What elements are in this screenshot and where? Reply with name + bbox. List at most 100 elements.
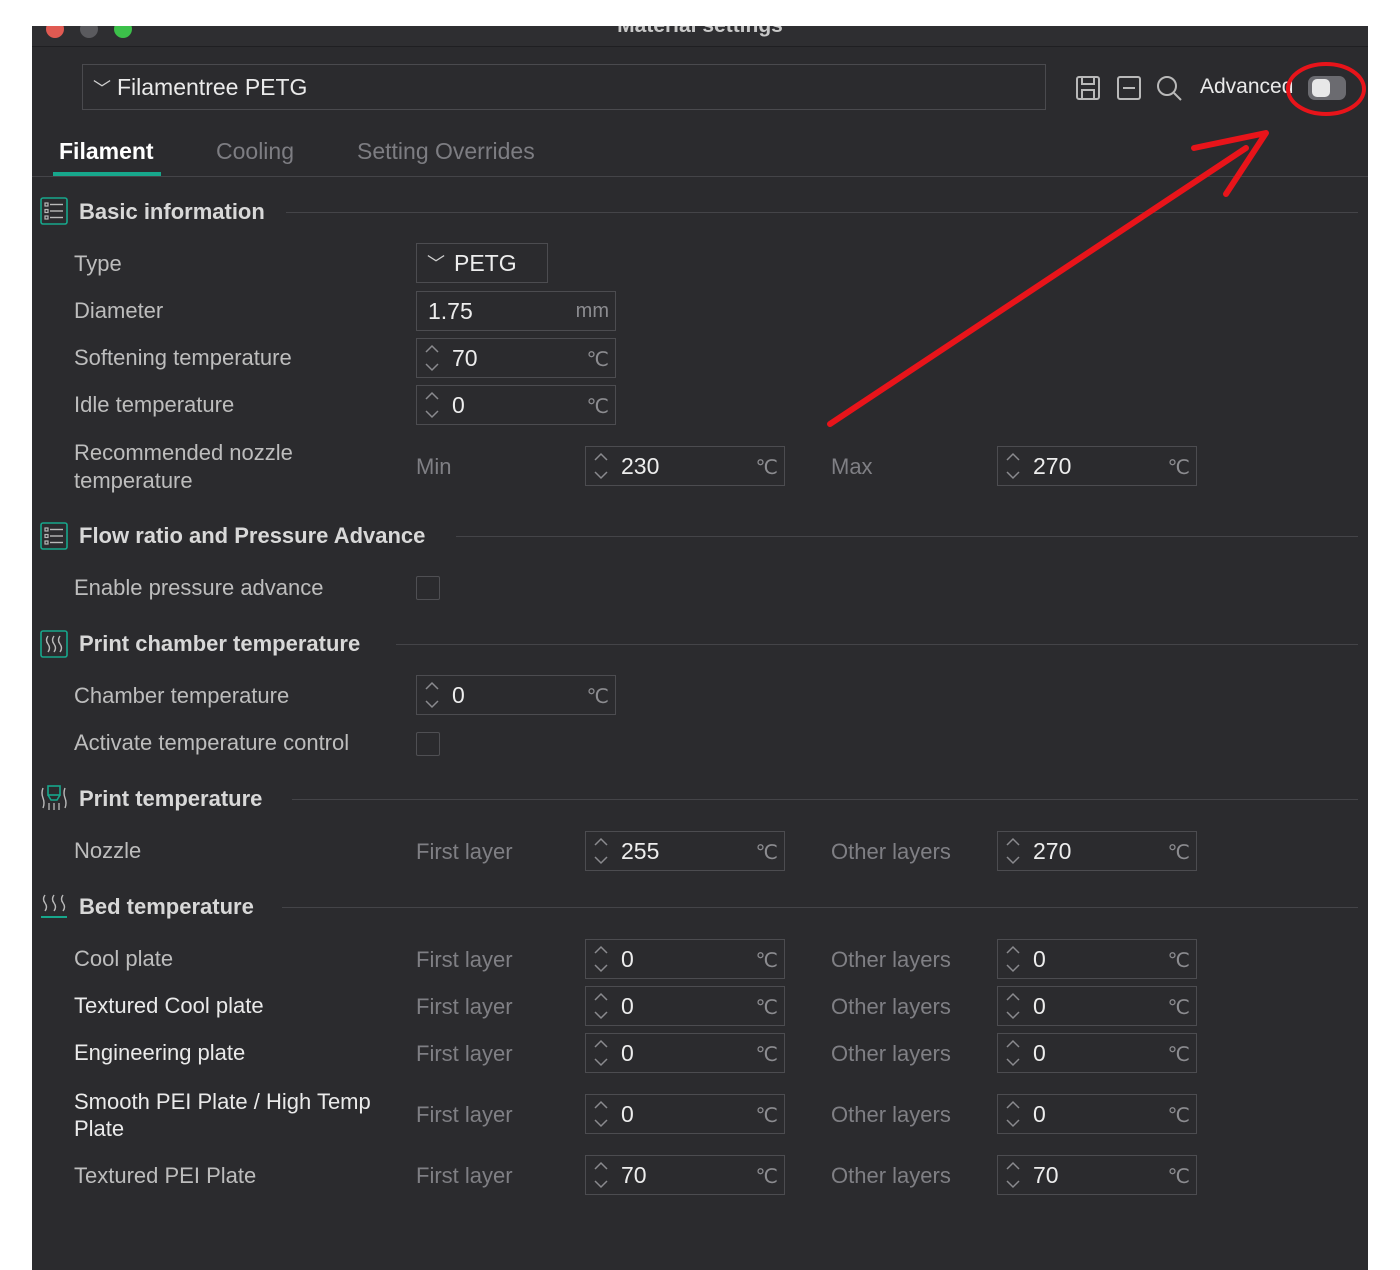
spin-arrows-icon[interactable]	[1005, 1160, 1021, 1190]
title-bar: Material settings	[32, 26, 1368, 47]
max-label: Max	[831, 454, 873, 479]
first-layer-label: First layer	[416, 994, 513, 1019]
smooth-pei-plate-first-layer-value: 0	[621, 1101, 634, 1127]
bed-heat-icon	[41, 894, 67, 918]
cool-plate-other-layers-stepper[interactable]: 0 ℃	[997, 939, 1197, 979]
nozzle-first-layer-value: 255	[621, 838, 660, 864]
section-divider	[292, 799, 1358, 800]
advanced-label: Advanced	[1200, 75, 1294, 98]
chamber-temperature-stepper[interactable]: 0 ℃	[416, 675, 616, 715]
textured-pei-plate-other-layers-stepper[interactable]: 70 ℃	[997, 1155, 1197, 1195]
nozzle-other-layers-stepper[interactable]: 270 ℃	[997, 831, 1197, 871]
enable-pressure-advance-label: Enable pressure advance	[74, 575, 324, 600]
smooth-pei-plate-other-layers-stepper[interactable]: 0 ℃	[997, 1094, 1197, 1134]
plate-label-textured-pei-plate: Textured PEI Plate	[74, 1163, 257, 1188]
section-divider	[282, 907, 1358, 908]
nozzle-min-stepper[interactable]: 230 ℃	[585, 446, 785, 486]
spin-arrows-icon[interactable]	[593, 944, 609, 974]
other-layers-label: Other layers	[831, 839, 951, 864]
spin-arrows-icon[interactable]	[424, 680, 440, 710]
section-title-bed-temperature: Bed temperature	[79, 894, 254, 919]
nozzle-label: Nozzle	[74, 838, 142, 863]
softening-temperature-value: 70	[452, 345, 478, 371]
spin-arrows-icon[interactable]	[1005, 944, 1021, 974]
textured-pei-plate-first-layer-value: 70	[621, 1162, 647, 1188]
tab-setting-overrides[interactable]: Setting Overrides	[357, 138, 535, 165]
plate-label-textured-cool-plate: Textured Cool plate	[74, 993, 264, 1018]
temperature-unit: ℃	[586, 396, 609, 418]
spin-arrows-icon[interactable]	[1005, 451, 1021, 481]
spin-arrows-icon[interactable]	[593, 451, 609, 481]
nozzle-max-stepper[interactable]: 270 ℃	[997, 446, 1197, 486]
activate-temperature-control-label: Activate temperature control	[74, 730, 350, 755]
window-title: Material settings	[32, 26, 1368, 38]
chamber-heat-icon	[40, 630, 68, 658]
spin-arrows-icon[interactable]	[593, 1038, 609, 1068]
chamber-temperature-value: 0	[452, 682, 465, 708]
spin-arrows-icon[interactable]	[424, 390, 440, 420]
idle-temperature-stepper[interactable]: 0 ℃	[416, 385, 616, 425]
section-title-print-temperature: Print temperature	[79, 786, 263, 811]
spin-arrows-icon[interactable]	[1005, 1038, 1021, 1068]
type-value: PETG	[454, 250, 517, 276]
textured-cool-plate-first-layer-value: 0	[621, 993, 634, 1019]
temperature-unit: ℃	[755, 842, 778, 864]
chevron-down-icon: ﹀	[427, 254, 445, 274]
activate-temperature-control-checkbox[interactable]	[416, 732, 440, 756]
temperature-unit: ℃	[1167, 842, 1190, 864]
spin-arrows-icon[interactable]	[1005, 1099, 1021, 1129]
nozzle-max-value: 270	[1033, 453, 1072, 479]
cool-plate-first-layer-stepper[interactable]: 0 ℃	[585, 939, 785, 979]
list-icon	[40, 522, 68, 550]
type-label: Type	[74, 251, 122, 276]
temperature-unit: ℃	[1167, 997, 1190, 1019]
idle-temperature-value: 0	[452, 392, 465, 418]
collapse-icon[interactable]	[1115, 74, 1143, 102]
search-icon[interactable]	[1155, 74, 1183, 102]
engineering-plate-other-layers-value: 0	[1033, 1040, 1046, 1066]
preset-name: Filamentree PETG	[117, 74, 308, 100]
spin-arrows-icon[interactable]	[593, 991, 609, 1021]
engineering-plate-first-layer-stepper[interactable]: 0 ℃	[585, 1033, 785, 1073]
spin-arrows-icon[interactable]	[593, 836, 609, 866]
section-title-flow: Flow ratio and Pressure Advance	[79, 523, 426, 548]
preset-dropdown[interactable]: ﹀ Filamentree PETG	[82, 64, 1046, 110]
tab-separator	[32, 176, 1368, 177]
softening-temperature-stepper[interactable]: 70 ℃	[416, 338, 616, 378]
spin-arrows-icon[interactable]	[424, 343, 440, 373]
smooth-pei-plate-first-layer-stepper[interactable]: 0 ℃	[585, 1094, 785, 1134]
nozzle-heat-icon	[41, 785, 67, 810]
enable-pressure-advance-checkbox[interactable]	[416, 576, 440, 600]
section-divider	[396, 644, 1358, 645]
list-icon	[40, 197, 68, 225]
plate-label-cool-plate: Cool plate	[74, 946, 174, 971]
textured-cool-plate-first-layer-stepper[interactable]: 0 ℃	[585, 986, 785, 1026]
advanced-toggle[interactable]	[1308, 76, 1346, 100]
spin-arrows-icon[interactable]	[593, 1160, 609, 1190]
textured-cool-plate-other-layers-value: 0	[1033, 993, 1046, 1019]
first-layer-label: First layer	[416, 1041, 513, 1066]
textured-pei-plate-first-layer-stepper[interactable]: 70 ℃	[585, 1155, 785, 1195]
temperature-unit: ℃	[1167, 1044, 1190, 1066]
type-dropdown[interactable]: ﹀ PETG	[416, 243, 548, 283]
temperature-unit: ℃	[1167, 1166, 1190, 1188]
spin-arrows-icon[interactable]	[593, 1099, 609, 1129]
nozzle-first-layer-stepper[interactable]: 255 ℃	[585, 831, 785, 871]
save-icon[interactable]	[1074, 74, 1102, 102]
tab-cooling[interactable]: Cooling	[216, 138, 294, 165]
textured-cool-plate-other-layers-stepper[interactable]: 0 ℃	[997, 986, 1197, 1026]
spin-arrows-icon[interactable]	[1005, 836, 1021, 866]
diameter-input[interactable]: 1.75 mm	[416, 291, 616, 331]
first-layer-label: First layer	[416, 1163, 513, 1188]
engineering-plate-other-layers-stepper[interactable]: 0 ℃	[997, 1033, 1197, 1073]
temperature-unit: ℃	[755, 457, 778, 479]
nozzle-other-layers-value: 270	[1033, 838, 1072, 864]
tab-filament[interactable]: Filament	[59, 138, 154, 165]
spin-arrows-icon[interactable]	[1005, 991, 1021, 1021]
first-layer-label: First layer	[416, 839, 513, 864]
engineering-plate-first-layer-value: 0	[621, 1040, 634, 1066]
toggle-knob	[1312, 79, 1330, 97]
temperature-unit: ℃	[1167, 950, 1190, 972]
textured-pei-plate-other-layers-value: 70	[1033, 1162, 1059, 1188]
other-layers-label: Other layers	[831, 947, 951, 972]
